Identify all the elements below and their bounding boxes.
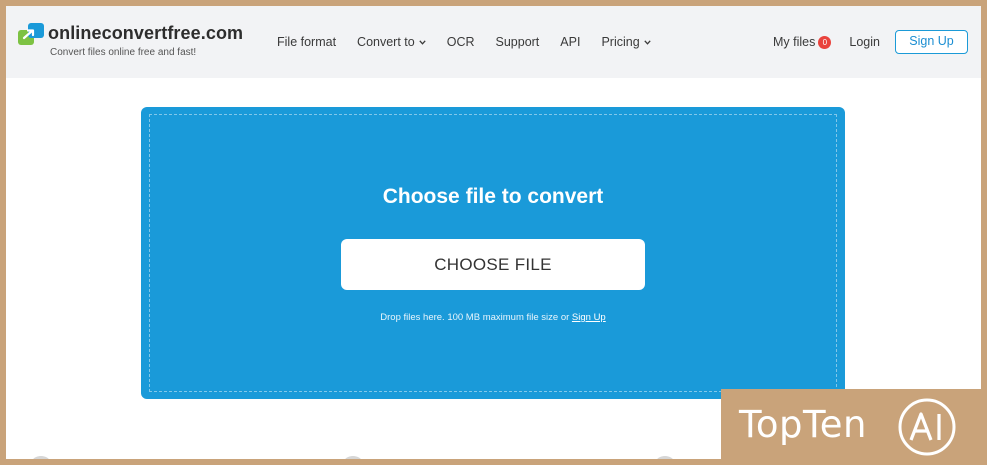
chevron-down-icon <box>419 39 426 45</box>
nav-label: Pricing <box>601 35 640 49</box>
nav-label: OCR <box>446 35 475 49</box>
drop-hint: Drop files here. 100 MB maximum file siz… <box>141 312 845 323</box>
drop-hint-text: Drop files here. 100 MB maximum file siz… <box>380 312 570 323</box>
nav-label: File format <box>277 35 337 49</box>
nav-support[interactable]: Support <box>496 35 540 49</box>
signup-button[interactable]: Sign Up <box>895 30 968 54</box>
nav-api[interactable]: API <box>560 35 580 49</box>
login-link[interactable]: Login <box>849 35 880 49</box>
nav-convert-to[interactable]: Convert to <box>357 35 426 49</box>
topten-watermark: TopTen <box>721 389 987 465</box>
brand-name[interactable]: onlineconvertfree.com <box>48 23 243 44</box>
choose-file-button[interactable]: CHOOSE FILE <box>341 239 645 290</box>
my-files-count-badge: 0 <box>818 35 832 49</box>
signup-link[interactable]: Sign Up <box>572 312 606 323</box>
nav-file-format[interactable]: File format <box>277 35 336 49</box>
site-header: onlineconvertfree.com Convert files onli… <box>6 6 981 78</box>
partial-feature-icon <box>656 456 674 459</box>
main-nav: File format Convert to OCR Support API P… <box>277 35 672 49</box>
my-files-label: My files <box>773 35 816 49</box>
account-nav: My files 0 Login <box>773 35 880 49</box>
my-files-link[interactable]: My files 0 <box>773 35 832 49</box>
chevron-down-icon <box>643 39 651 45</box>
brand-tagline: Convert files online free and fast! <box>50 47 197 58</box>
nav-pricing[interactable]: Pricing <box>601 35 651 49</box>
upload-dropzone[interactable]: Choose file to convert CHOOSE FILE Drop … <box>141 107 845 399</box>
convert-logo-icon <box>18 23 44 45</box>
ai-circle-logo-icon <box>898 398 956 456</box>
nav-label: Convert to <box>357 35 415 49</box>
partial-feature-icon <box>32 456 50 459</box>
nav-label: API <box>560 35 581 49</box>
watermark-text: TopTen <box>739 403 867 446</box>
partial-feature-icon <box>344 456 362 459</box>
nav-ocr[interactable]: OCR <box>447 35 475 49</box>
upload-title: Choose file to convert <box>382 185 604 208</box>
nav-label: Support <box>495 35 540 49</box>
